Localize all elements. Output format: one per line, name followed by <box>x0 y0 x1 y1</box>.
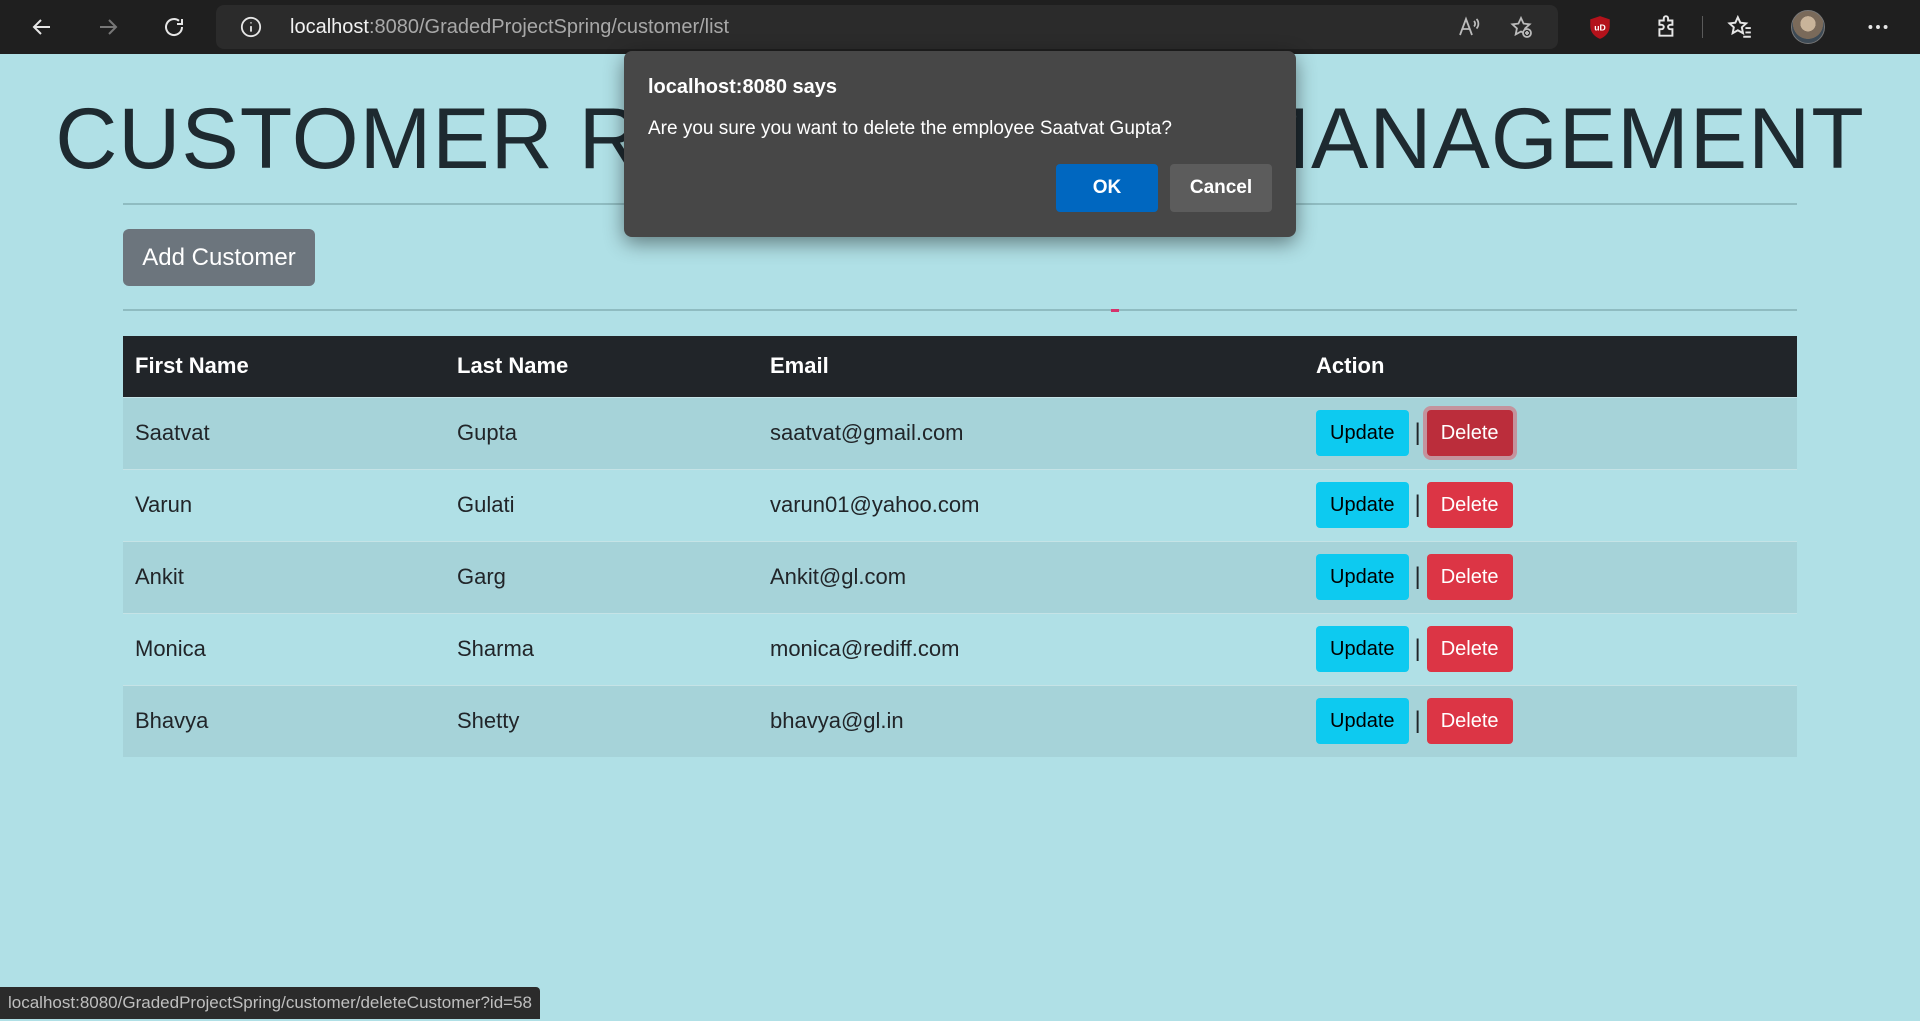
update-button[interactable]: Update <box>1316 626 1409 672</box>
url-host: localhost <box>290 16 369 38</box>
cell-first-name: Monica <box>123 612 445 685</box>
header-email: Email <box>758 336 1304 397</box>
action-separator: | <box>1414 707 1421 735</box>
forward-arrow-icon <box>100 19 118 35</box>
address-bar[interactable]: localhost:8080/GradedProjectSpring/custo… <box>216 5 1558 49</box>
shield-icon: uD <box>1590 16 1610 39</box>
forward-button[interactable] <box>88 7 128 47</box>
site-info-icon[interactable] <box>240 16 262 38</box>
more-menu-button[interactable] <box>1862 11 1894 43</box>
back-button[interactable] <box>22 7 62 47</box>
focus-indicator <box>1111 309 1119 312</box>
cell-last-name: Gupta <box>445 396 758 469</box>
puzzle-icon <box>1658 15 1674 37</box>
cell-action: Update | Delete <box>1304 684 1797 757</box>
ublock-extension-icon[interactable]: uD <box>1584 11 1616 43</box>
add-favorite-icon[interactable] <box>1509 15 1533 39</box>
cell-action: Update | Delete <box>1304 612 1797 685</box>
dialog-cancel-button[interactable]: Cancel <box>1170 164 1272 212</box>
cell-email: varun01@yahoo.com <box>758 468 1304 541</box>
section-divider <box>123 309 1797 311</box>
table-row: Varun Gulati varun01@yahoo.com Update | De… <box>123 468 1797 541</box>
action-separator: | <box>1414 563 1421 590</box>
status-bar-url: localhost:8080/GradedProjectSpring/custo… <box>0 987 540 1019</box>
cell-last-name: Garg <box>445 540 758 613</box>
table-row: Ankit Garg Ankit@gl.com Update | Delete <box>123 540 1797 613</box>
cell-last-name: Gulati <box>445 468 758 541</box>
cell-email: monica@rediff.com <box>758 612 1304 685</box>
favorites-icon <box>1727 14 1751 38</box>
action-separator: | <box>1414 491 1421 518</box>
cell-action: Update | Delete <box>1304 540 1797 613</box>
back-arrow-icon <box>32 19 50 35</box>
table-header-row: First Name Last Name Email Action <box>123 336 1797 397</box>
cell-action: Update | Delete <box>1304 396 1797 469</box>
profile-avatar[interactable] <box>1791 10 1825 44</box>
refresh-button[interactable] <box>154 7 194 47</box>
cell-last-name: Shetty <box>445 684 758 757</box>
cell-email: saatvat@gmail.com <box>758 396 1304 469</box>
table-row: Bhavya Shetty bhavya@gl.in Update | Delete <box>123 684 1797 757</box>
delete-button[interactable]: Delete <box>1426 482 1513 528</box>
action-separator: | <box>1414 635 1421 662</box>
url-text[interactable]: localhost:8080/GradedProjectSpring/custo… <box>290 16 729 39</box>
read-aloud-icon[interactable] <box>1456 15 1480 39</box>
cell-action: Update | Delete <box>1304 468 1797 541</box>
toolbar-divider <box>1702 16 1703 38</box>
refresh-icon <box>165 18 184 36</box>
cell-last-name: Sharma <box>445 612 758 685</box>
dialog-ok-button[interactable]: OK <box>1056 164 1158 212</box>
update-button[interactable]: Update <box>1316 698 1409 745</box>
url-path: :8080/GradedProjectSpring/customer/list <box>368 16 730 38</box>
header-action: Action <box>1304 336 1797 397</box>
browser-toolbar: localhost:8080/GradedProjectSpring/custo… <box>0 0 1920 54</box>
cell-email: Ankit@gl.com <box>758 540 1304 613</box>
delete-button[interactable]: Delete <box>1426 698 1513 745</box>
svg-text:uD: uD <box>1594 22 1606 32</box>
table-row: Monica Sharma monica@rediff.com Update | D… <box>123 612 1797 685</box>
update-button[interactable]: Update <box>1316 482 1409 528</box>
table-row: Saatvat Gupta saatvat@gmail.com Update | D… <box>123 396 1797 469</box>
delete-button[interactable]: Delete <box>1426 410 1513 456</box>
update-button[interactable]: Update <box>1316 554 1409 600</box>
dialog-title: localhost:8080 says <box>648 76 837 98</box>
customer-table: First Name Last Name Email Action Saatva… <box>123 336 1797 757</box>
cell-first-name: Saatvat <box>123 396 445 469</box>
header-first-name: First Name <box>123 336 445 397</box>
update-button[interactable]: Update <box>1316 410 1409 456</box>
action-separator: | <box>1414 419 1421 446</box>
cell-first-name: Bhavya <box>123 684 445 757</box>
add-customer-button[interactable]: Add Customer <box>123 229 315 286</box>
delete-button[interactable]: Delete <box>1426 554 1513 600</box>
favorites-button[interactable] <box>1724 11 1756 43</box>
dialog-message: Are you sure you want to delete the empl… <box>648 118 1172 139</box>
delete-button[interactable]: Delete <box>1426 626 1513 672</box>
confirm-dialog: localhost:8080 says Are you sure you wan… <box>624 51 1296 237</box>
cell-email: bhavya@gl.in <box>758 684 1304 757</box>
cell-first-name: Varun <box>123 468 445 541</box>
header-last-name: Last Name <box>445 336 758 397</box>
extensions-button[interactable] <box>1651 11 1683 43</box>
cell-first-name: Ankit <box>123 540 445 613</box>
ellipsis-icon <box>1868 25 1888 29</box>
